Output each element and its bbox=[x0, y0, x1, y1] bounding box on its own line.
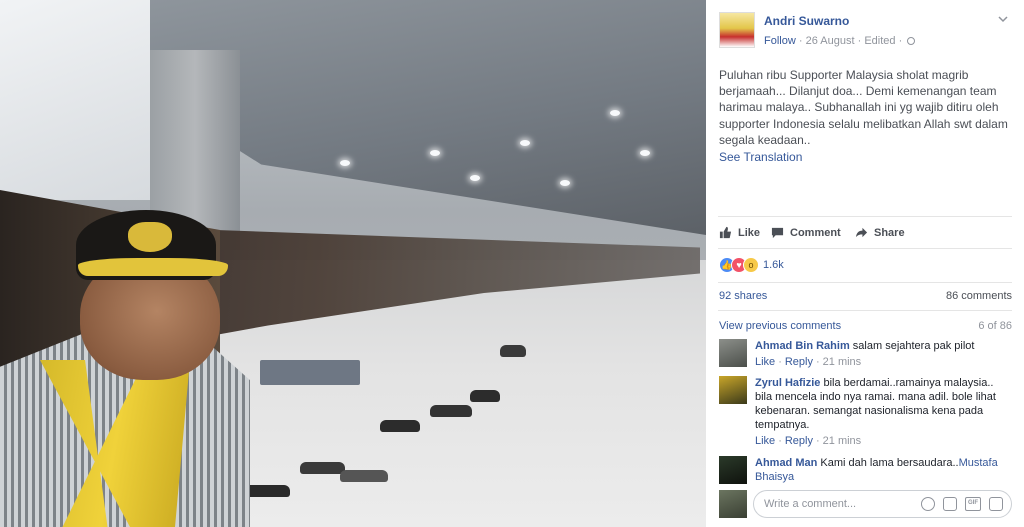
photo-cap-tiger-logo bbox=[128, 222, 172, 252]
post-actions: Like Comment Share bbox=[719, 224, 1012, 242]
dot: · bbox=[815, 356, 820, 368]
globe-icon bbox=[907, 37, 916, 45]
follow-link[interactable]: Follow bbox=[764, 35, 796, 47]
shares-count[interactable]: 92 shares bbox=[719, 290, 767, 302]
photo-shoe bbox=[430, 405, 472, 417]
comment-reply-link[interactable]: Reply bbox=[785, 356, 813, 368]
gif-icon[interactable]: GIF bbox=[965, 497, 981, 511]
reactions-summary[interactable]: 👍 ♥ o 1.6k bbox=[719, 256, 784, 274]
commenter-name[interactable]: Ahmad Bin Rahim bbox=[755, 340, 850, 352]
sticker-icon[interactable] bbox=[989, 497, 1003, 511]
comment-button[interactable]: Comment bbox=[771, 226, 841, 239]
commenter-avatar[interactable] bbox=[719, 456, 747, 484]
comment-like-link[interactable]: Like bbox=[755, 435, 775, 447]
dot: · bbox=[778, 435, 782, 447]
wow-reaction-icon: o bbox=[743, 257, 759, 273]
divider bbox=[718, 216, 1012, 217]
photo-light bbox=[470, 175, 480, 181]
emoji-icon[interactable] bbox=[921, 497, 935, 511]
comments-page-count: 6 of 86 bbox=[978, 320, 1012, 332]
comment-icon bbox=[771, 227, 784, 239]
commenter-avatar[interactable] bbox=[719, 339, 747, 367]
like-label: Like bbox=[738, 226, 761, 239]
write-comment-row: Write a comment... GIF bbox=[719, 490, 1012, 518]
author-avatar[interactable] bbox=[719, 12, 755, 48]
share-label: Share bbox=[874, 226, 905, 239]
chevron-down-icon[interactable] bbox=[998, 14, 1008, 24]
comment-footer: Like · Reply · 21 mins bbox=[755, 355, 1012, 369]
post-body: Puluhan ribu Supporter Malaysia sholat m… bbox=[719, 67, 1011, 165]
post-text: Puluhan ribu Supporter Malaysia sholat m… bbox=[719, 68, 1008, 147]
photo-light bbox=[430, 150, 440, 156]
photo-light bbox=[520, 140, 530, 146]
post-date[interactable]: 26 August bbox=[806, 35, 855, 47]
author-name[interactable]: Andri Suwarno bbox=[764, 14, 849, 28]
comment-input-tools: GIF bbox=[921, 497, 1003, 511]
comment-time[interactable]: 21 mins bbox=[823, 356, 862, 368]
like-button[interactable]: Like bbox=[719, 226, 760, 239]
reaction-count[interactable]: 1.6k bbox=[763, 259, 784, 271]
photo-person-cap-brim bbox=[78, 258, 228, 276]
photo-light bbox=[340, 160, 350, 166]
camera-icon[interactable] bbox=[943, 497, 957, 511]
comment-footer: Like · Reply · 21 mins bbox=[755, 434, 1012, 448]
comment-input-placeholder: Write a comment... bbox=[764, 498, 857, 510]
photo-shoe bbox=[380, 420, 420, 432]
commenter-name[interactable]: Ahmad Man bbox=[755, 457, 817, 469]
comment-item: Ahmad Bin Rahim salam sejahtera pak pilo… bbox=[719, 339, 1012, 373]
photo-shoe bbox=[300, 462, 345, 474]
comment-text: Kami dah lama bersaudara.. bbox=[820, 457, 959, 469]
comment-time[interactable]: 21 mins bbox=[823, 435, 862, 447]
comment-input[interactable]: Write a comment... GIF bbox=[753, 490, 1012, 518]
comment-body: Ahmad Bin Rahim salam sejahtera pak pilo… bbox=[755, 339, 1012, 369]
comment-reply-link[interactable]: Reply bbox=[785, 435, 813, 447]
photo-light bbox=[640, 150, 650, 156]
comment-label: Comment bbox=[790, 226, 841, 239]
post-side-panel: Andri Suwarno Follow · 26 August · Edite… bbox=[706, 0, 1024, 527]
see-translation-link[interactable]: See Translation bbox=[719, 149, 1011, 165]
divider bbox=[718, 310, 1012, 311]
view-previous-comments-link[interactable]: View previous comments bbox=[719, 320, 841, 332]
photo-light bbox=[610, 110, 620, 116]
comments-count[interactable]: 86 comments bbox=[946, 290, 1012, 302]
photo-shoe bbox=[470, 390, 500, 402]
comment-text: salam sejahtera pak pilot bbox=[852, 340, 975, 352]
comment-like-link[interactable]: Like bbox=[755, 356, 775, 368]
photo-shoe bbox=[500, 345, 526, 357]
share-icon bbox=[855, 227, 868, 238]
thumbs-up-icon bbox=[719, 226, 732, 239]
post-header: Andri Suwarno Follow · 26 August · Edite… bbox=[719, 12, 1012, 52]
commenter-name[interactable]: Zyrul Hafizie bbox=[755, 377, 820, 389]
photo-mat bbox=[260, 360, 360, 385]
dot: · bbox=[815, 435, 820, 447]
meta-dot: · bbox=[898, 35, 906, 47]
comments-pager: View previous comments 6 of 86 bbox=[719, 320, 1012, 332]
divider bbox=[718, 248, 1012, 249]
comment-item: Ahmad Man Kami dah lama bersaudara..Must… bbox=[719, 456, 1012, 486]
comment-body: Zyrul Hafizie bila berdamai..ramainya ma… bbox=[755, 376, 1012, 448]
edited-label[interactable]: Edited bbox=[864, 35, 895, 47]
photo-light bbox=[560, 180, 570, 186]
photo-shoe bbox=[340, 470, 388, 482]
comment-body: Ahmad Man Kami dah lama bersaudara..Must… bbox=[755, 456, 1012, 484]
post-photo[interactable] bbox=[0, 0, 706, 527]
post-meta: Follow · 26 August · Edited · bbox=[764, 35, 916, 47]
divider bbox=[718, 282, 1012, 283]
post-stats: 92 shares 86 comments bbox=[719, 290, 1012, 302]
share-button[interactable]: Share bbox=[855, 226, 905, 239]
comment-item: Zyrul Hafizie bila berdamai..ramainya ma… bbox=[719, 376, 1012, 450]
current-user-avatar bbox=[719, 490, 747, 518]
meta-dot: · bbox=[798, 35, 806, 47]
commenter-avatar[interactable] bbox=[719, 376, 747, 404]
dot: · bbox=[778, 356, 782, 368]
